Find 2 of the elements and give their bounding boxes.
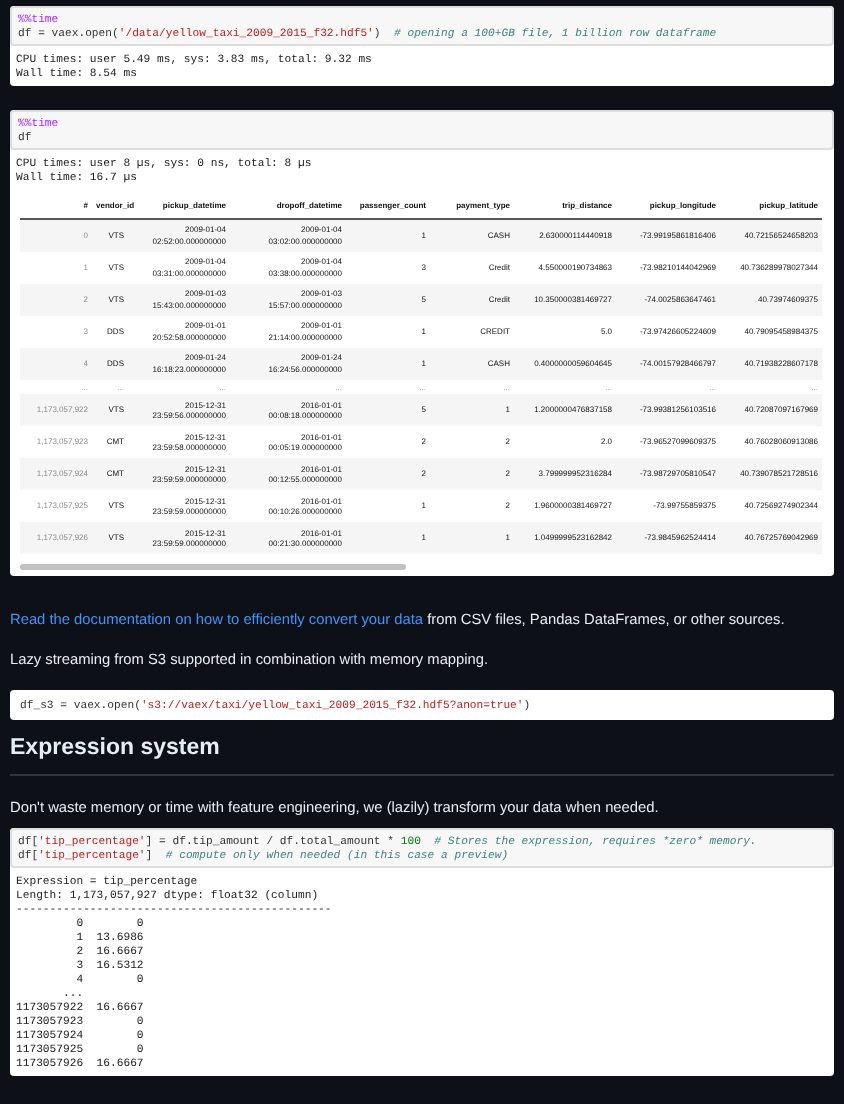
section-heading: Expression system — [10, 734, 220, 764]
scrollbar-thumb[interactable] — [20, 564, 406, 570]
